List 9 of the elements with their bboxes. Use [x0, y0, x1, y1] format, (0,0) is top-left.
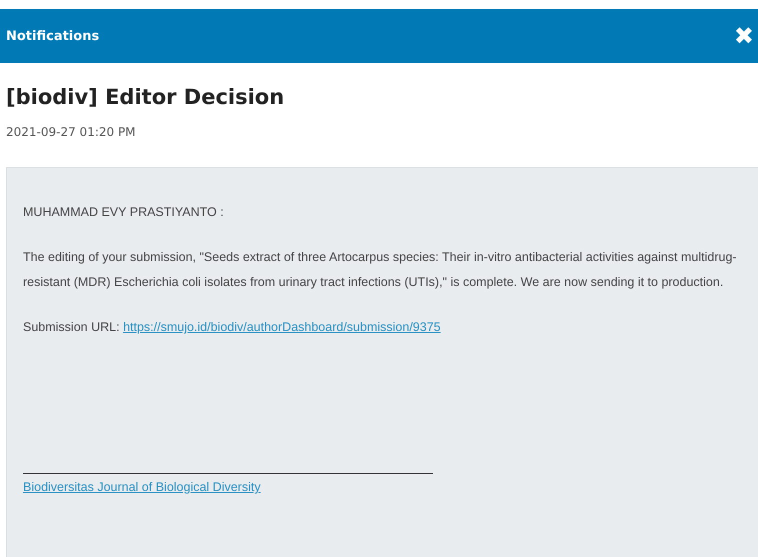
message-subject: [biodiv] Editor Decision [6, 85, 286, 109]
greeting-text: MUHAMMAD EVY PRASTIYANTO : [23, 204, 225, 221]
journal-link[interactable]: Biodiversitas Journal of Biological Diversity [23, 477, 261, 497]
close-button[interactable]: ✖ [734, 24, 754, 48]
url-label: Submission URL: [23, 320, 120, 334]
dialog-title: Notifications [6, 28, 100, 44]
body-paragraph: The editing of your submission, "Seeds extract of three Artocarpus species: Their in-vitro antibacterial activities against multidrug-resistant (MDR) Escherichia coli isolates from urinary tract infections (UTIs)," is complete. We are now sending it to production. [23, 249, 738, 291]
submission-link[interactable]: https://smujo.id/biodiv/authorDashboard/submission/9375 [123, 320, 441, 334]
message-date: 2021-09-27 01:20 PM [6, 125, 137, 139]
